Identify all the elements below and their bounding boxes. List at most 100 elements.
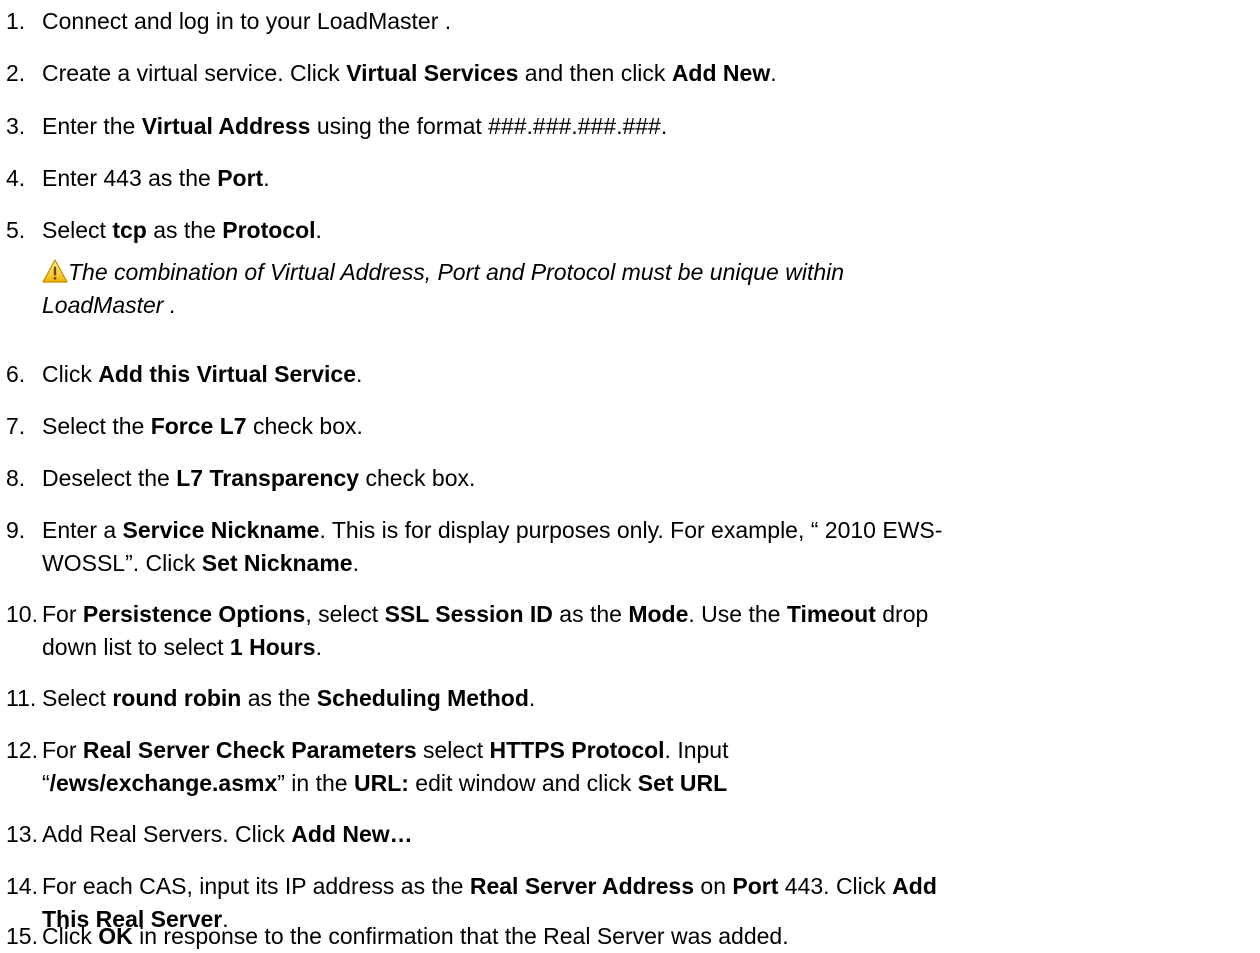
step-number: 7. (6, 413, 26, 439)
text-run: down list to select (42, 634, 230, 660)
bold-term: Persistence Options (82, 601, 306, 627)
bold-term: L7 Transparency (176, 465, 360, 491)
bold-term: Virtual Address (141, 113, 311, 139)
text-run: Select (42, 685, 113, 711)
text-run: . This is for display purposes only. For… (319, 517, 943, 543)
bold-term: Port (217, 165, 264, 191)
text-run: Enter 443 as the (42, 165, 218, 191)
document-page: 1. Connect and log in to your LoadMaster… (0, 0, 1260, 949)
text-run: 443. Click (778, 873, 893, 899)
bold-term: Protocol (222, 217, 316, 243)
text-run: ” in the (277, 770, 354, 796)
step-text: Enter the Virtual Address using the form… (42, 110, 1242, 143)
step-text: Enter 443 as the Port. (42, 162, 1242, 195)
text-run: and then click (518, 60, 672, 86)
step-text: Enter a Service Nickname. This is for di… (42, 514, 1242, 580)
text-run: drop (875, 601, 929, 627)
bold-term: SSL Session ID (384, 601, 553, 627)
text-run: Connect and log in to your LoadMaster . (42, 8, 452, 34)
step-number: 5. (6, 217, 26, 243)
text-run: . (315, 217, 322, 243)
step-text: Select tcp as the Protocol. (42, 214, 1242, 247)
bold-term: Timeout (786, 601, 876, 627)
text-run: Select the (42, 413, 151, 439)
text-run: Click (42, 361, 99, 387)
text-run: Deselect the (42, 465, 177, 491)
step-number: 2. (6, 60, 26, 86)
warning-icon (42, 259, 68, 283)
text-run: using the format ###.###.###.###. (310, 113, 668, 139)
text-run: . (528, 685, 536, 711)
bold-term: Mode (628, 601, 689, 627)
text-run: Enter a (42, 517, 123, 543)
step-text: For Persistence Options, select SSL Sess… (42, 598, 1248, 664)
bold-term: tcp (112, 217, 147, 243)
text-run: For each CAS, input its IP address as th… (42, 873, 470, 899)
step-text: Create a virtual service. Click Virtual … (42, 57, 1242, 90)
text-run: “ (42, 770, 50, 796)
step-text: Deselect the L7 Transparency check box. (42, 462, 1242, 495)
step-number: 4. (6, 165, 26, 191)
bold-term: round robin (112, 685, 242, 711)
step-number: 13. (6, 821, 38, 847)
bold-term: OK (98, 923, 133, 949)
text-run: . (356, 361, 363, 387)
bold-term: Port (732, 873, 779, 899)
text-run: . Input (664, 737, 729, 763)
text-run: . (315, 634, 322, 660)
step-text: Click Add this Virtual Service. (42, 358, 1242, 391)
step-text: For Real Server Check Parameters select … (42, 734, 1242, 800)
text-run: in response to the confirmation that the… (132, 923, 789, 949)
text-run: Create a virtual service. Click (42, 60, 347, 86)
text-run: , select (305, 601, 385, 627)
warning-note: The combination of Virtual Address, Port… (42, 256, 1222, 322)
step-text: Select the Force L7 check box. (42, 410, 1242, 443)
step-number: 11. (6, 685, 37, 711)
text-run: Click (42, 923, 99, 949)
bold-term: Add this Virtual Service (98, 361, 357, 387)
step-number: 14. (6, 873, 38, 899)
bold-term: Set Nickname (201, 550, 353, 576)
text-run: . Use the (688, 601, 787, 627)
text-run: For (42, 601, 83, 627)
bold-term: Add New… (291, 821, 413, 847)
bold-term: Set URL (637, 770, 728, 796)
step-text: Click OK in response to the confirmation… (42, 920, 1242, 953)
text-run: check box. (246, 413, 363, 439)
text-run: edit window and click (408, 770, 638, 796)
bold-term: Add (892, 873, 937, 899)
text-run: select (416, 737, 490, 763)
step-number: 9. (6, 517, 26, 543)
text-run: . (352, 550, 359, 576)
note-line-2: LoadMaster . (42, 292, 177, 318)
bold-term: Real Server Check Parameters (82, 737, 417, 763)
text-run: as the (241, 685, 317, 711)
step-number: 3. (6, 113, 26, 139)
step-number: 8. (6, 465, 26, 491)
bold-term: Force L7 (150, 413, 247, 439)
step-number: 10. (6, 601, 38, 627)
text-run: WOSSL”. Click (42, 550, 202, 576)
bold-term: Virtual Services (346, 60, 519, 86)
bold-term: HTTPS Protocol (489, 737, 665, 763)
bold-term: Add New (671, 60, 771, 86)
text-run: Select (42, 217, 113, 243)
step-number: 1. (6, 8, 26, 34)
bold-term: Scheduling Method (316, 685, 529, 711)
step-number: 6. (6, 361, 26, 387)
note-line-1: The combination of Virtual Address, Port… (68, 259, 845, 285)
bold-term: Real Server Address (469, 873, 695, 899)
text-run: on (694, 873, 733, 899)
text-run: check box. (359, 465, 476, 491)
text-run: Enter the (42, 113, 142, 139)
text-run: For (42, 737, 83, 763)
bold-term: Service Nickname (122, 517, 320, 543)
text-run: as the (146, 217, 223, 243)
text-run: as the (552, 601, 629, 627)
bold-term: URL: (353, 770, 409, 796)
bold-term: /ews/exchange.asmx (49, 770, 278, 796)
text-run: Add Real Servers. Click (42, 821, 292, 847)
step-number: 15. (6, 923, 38, 949)
text-run: . (263, 165, 270, 191)
step-text: Connect and log in to your LoadMaster . (42, 5, 1242, 38)
